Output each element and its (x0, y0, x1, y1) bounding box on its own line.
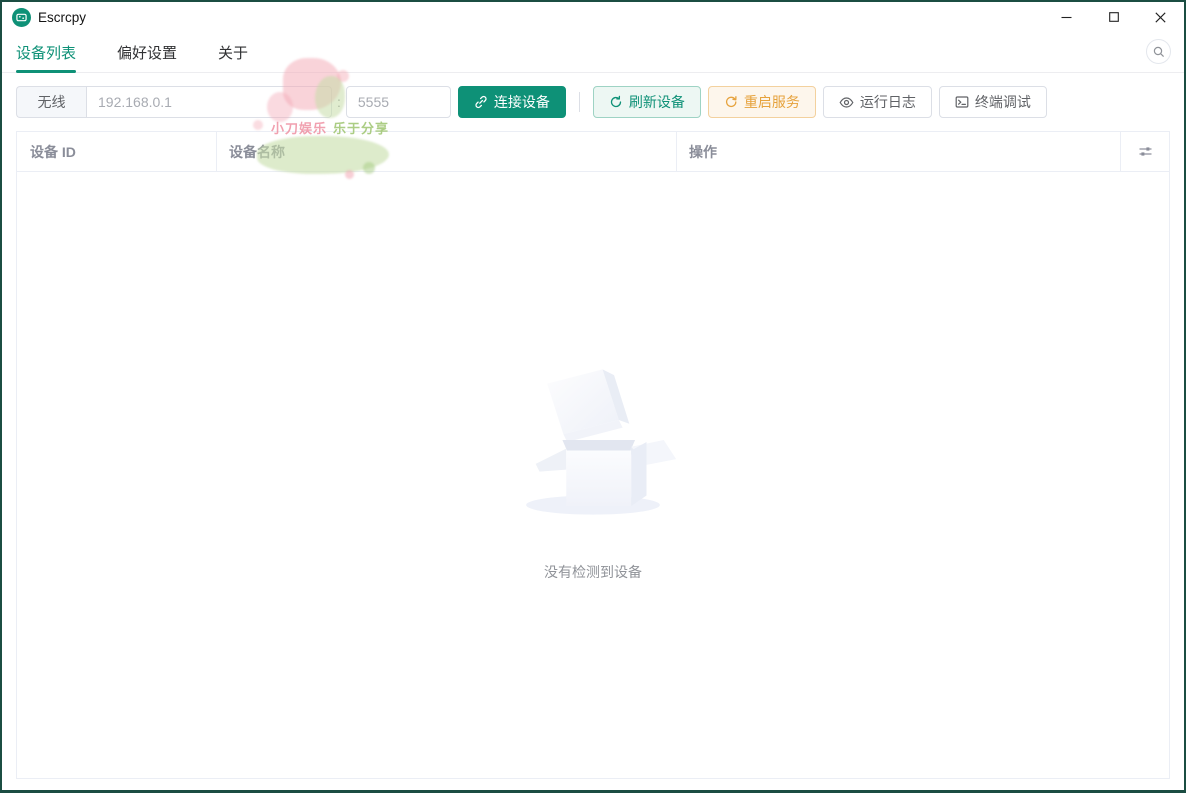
column-header-device-name: 设备名称 (217, 132, 677, 171)
terminal-icon (955, 95, 969, 109)
app-logo-icon (12, 7, 31, 27)
refresh-devices-button[interactable]: 刷新设备 (592, 86, 701, 118)
restart-icon (724, 95, 738, 109)
tab-label: 设备列表 (16, 44, 77, 62)
restart-service-button[interactable]: 重启服务 (707, 86, 816, 118)
column-header-actions: 操作 (677, 132, 1121, 171)
link-icon (474, 95, 488, 109)
tab-label: 关于 (218, 44, 249, 62)
maximize-button[interactable] (1090, 2, 1137, 32)
table-body: 没有检测到设备 (17, 172, 1169, 778)
column-header-device-id: 设备 ID (17, 132, 217, 171)
device-table: 设备 ID 设备名称 操作 没有检测到设备 (16, 131, 1170, 779)
column-settings-icon (1139, 147, 1151, 156)
run-logs-label: 运行日志 (859, 94, 916, 110)
close-button[interactable] (1137, 2, 1184, 32)
empty-text: 没有检测到设备 (544, 564, 642, 580)
connect-device-button[interactable]: 连接设备 (457, 86, 566, 118)
toolbar: 无线 : 连接设备 刷新设备 重启服务 (2, 73, 1184, 118)
port-input[interactable] (345, 86, 451, 118)
run-logs-button[interactable]: 运行日志 (822, 86, 932, 118)
tab-preferences[interactable]: 偏好设置 (117, 32, 177, 72)
tabbar: 设备列表 偏好设置 关于 (2, 32, 1184, 73)
search-button[interactable] (1146, 39, 1171, 64)
wireless-address-group: 无线 (16, 86, 332, 118)
table-header: 设备 ID 设备名称 操作 (17, 132, 1169, 172)
connect-device-label: 连接设备 (493, 94, 550, 110)
column-settings-button[interactable] (1121, 132, 1169, 171)
tab-device-list[interactable]: 设备列表 (16, 32, 77, 73)
ip-address-input[interactable] (86, 86, 332, 118)
empty-box-illustration (526, 369, 677, 515)
window-title: Escrcpy (38, 9, 87, 25)
wireless-label: 无线 (16, 86, 86, 118)
refresh-devices-label: 刷新设备 (628, 94, 685, 110)
tab-about[interactable]: 关于 (218, 32, 248, 72)
empty-state: 没有检测到设备 (507, 362, 679, 582)
tab-label: 偏好设置 (117, 44, 178, 62)
address-port-separator: : (337, 94, 341, 110)
terminal-debug-button[interactable]: 终端调试 (938, 86, 1047, 118)
toolbar-divider (578, 92, 580, 112)
minimize-button[interactable] (1043, 2, 1090, 32)
window-controls (1043, 2, 1184, 32)
watermark-splash-pink (253, 120, 263, 130)
terminal-debug-label: 终端调试 (974, 94, 1031, 110)
refresh-icon (609, 95, 623, 109)
eye-icon (839, 95, 854, 110)
restart-service-label: 重启服务 (743, 94, 800, 110)
titlebar: Escrcpy (2, 2, 1184, 32)
search-icon (1153, 46, 1164, 57)
app-window: Escrcpy 设备列表 偏好设置 关于 无线 192.168.0.1: 55… (0, 0, 1186, 793)
